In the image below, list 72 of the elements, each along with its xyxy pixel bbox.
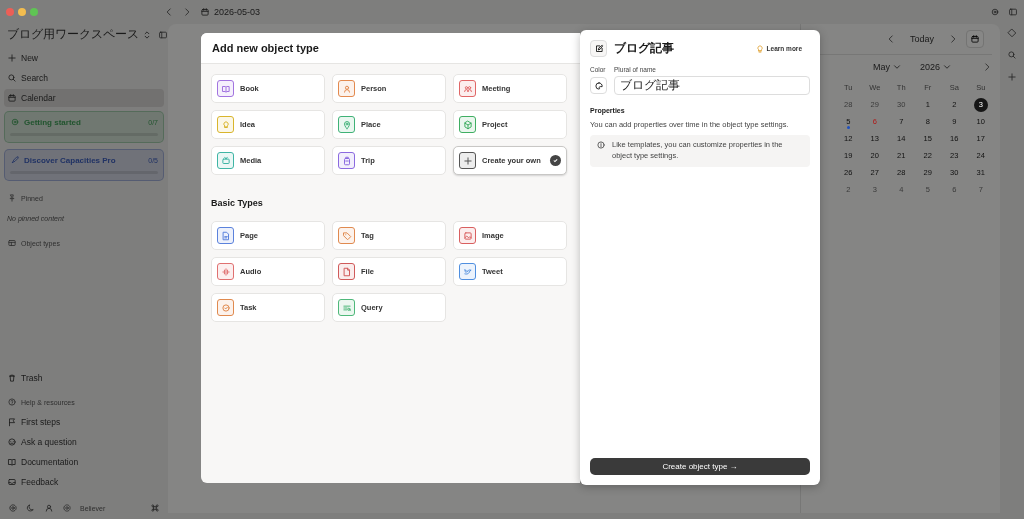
chevron-right-icon [182, 7, 192, 17]
sidebar-item[interactable]: Feedback [4, 473, 164, 491]
moon-icon [26, 503, 36, 513]
calendar-icon [7, 93, 17, 103]
maximize-window-button[interactable] [30, 8, 38, 16]
month-select[interactable]: May [867, 61, 908, 73]
progress-title: Getting started [24, 117, 81, 127]
next-button[interactable] [948, 34, 958, 44]
edit-icon-button[interactable] [590, 40, 607, 57]
sidebar-item[interactable]: Search [4, 69, 164, 87]
add-button[interactable] [1007, 72, 1017, 82]
target-icon [990, 7, 1000, 17]
progress-title: Discover Capacities Pro [24, 155, 116, 165]
help-icon [7, 397, 17, 407]
workspace-name[interactable]: ブログ用ワークスペース [7, 26, 139, 43]
panel-toggle-button[interactable] [1008, 7, 1018, 17]
calendar-icon [200, 7, 210, 17]
diamond-button[interactable] [1007, 28, 1017, 38]
sidebar-item[interactable]: First steps [4, 413, 164, 431]
check-icon [550, 155, 561, 166]
back-button[interactable] [164, 7, 174, 17]
theme-button[interactable] [26, 503, 36, 513]
sidebar-item[interactable]: Calendar [4, 89, 164, 107]
edit-icon [593, 43, 604, 54]
person-icon [44, 503, 54, 513]
chat-icon [7, 437, 17, 447]
bulb-icon [754, 43, 765, 54]
chevron-right-icon [982, 62, 992, 72]
sidebar-toggle-button[interactable] [158, 29, 168, 40]
plus-icon [7, 53, 17, 63]
chevron-down-icon [942, 62, 953, 72]
search-icon [1007, 50, 1017, 60]
color-button[interactable] [590, 77, 607, 94]
today-button[interactable]: Today [903, 33, 940, 45]
plural-name-field[interactable]: ブログ記事 [614, 76, 810, 95]
table-icon [7, 238, 17, 248]
command-button[interactable] [150, 503, 160, 513]
inbox-icon [7, 477, 17, 487]
section-heading: Basic Types [211, 197, 264, 210]
command-icon [150, 503, 160, 513]
chevron-left-icon [164, 7, 174, 17]
year-select[interactable]: 2026 [914, 61, 959, 73]
plus-icon [1007, 72, 1017, 82]
next-month-button[interactable] [982, 62, 992, 72]
chevron-down-icon [892, 62, 902, 72]
sidebar-item[interactable]: Trash [4, 369, 164, 387]
search-icon [7, 73, 17, 83]
info-icon [596, 140, 606, 150]
flag-icon [7, 417, 17, 427]
calendar-button[interactable] [966, 30, 984, 48]
calendar-icon [970, 34, 980, 44]
sidebar-item[interactable]: Ask a question [4, 433, 164, 451]
forward-button[interactable] [182, 7, 192, 17]
pin-icon [7, 193, 17, 203]
sidebar-item[interactable]: New [4, 49, 164, 67]
target-button[interactable] [990, 7, 1000, 17]
create-object-type-button[interactable]: Create object type → [590, 458, 810, 475]
book-icon [7, 457, 17, 467]
account-button[interactable] [44, 503, 54, 513]
chevron-right-icon [948, 34, 958, 44]
object-type-title: ブログ記事 [614, 40, 674, 57]
date-title: 2026-05-03 [214, 7, 261, 17]
minimize-window-button[interactable] [18, 8, 26, 16]
panel-icon [158, 29, 168, 40]
chevron-updown-icon [142, 29, 152, 40]
dialog-title: Add new object type [212, 42, 319, 54]
trash-icon [7, 373, 17, 383]
target-icon [10, 117, 20, 127]
panel-icon [1008, 7, 1018, 17]
diamond-icon [1007, 28, 1017, 38]
sidebar-item[interactable]: Documentation [4, 453, 164, 471]
search-button[interactable] [1007, 50, 1017, 60]
